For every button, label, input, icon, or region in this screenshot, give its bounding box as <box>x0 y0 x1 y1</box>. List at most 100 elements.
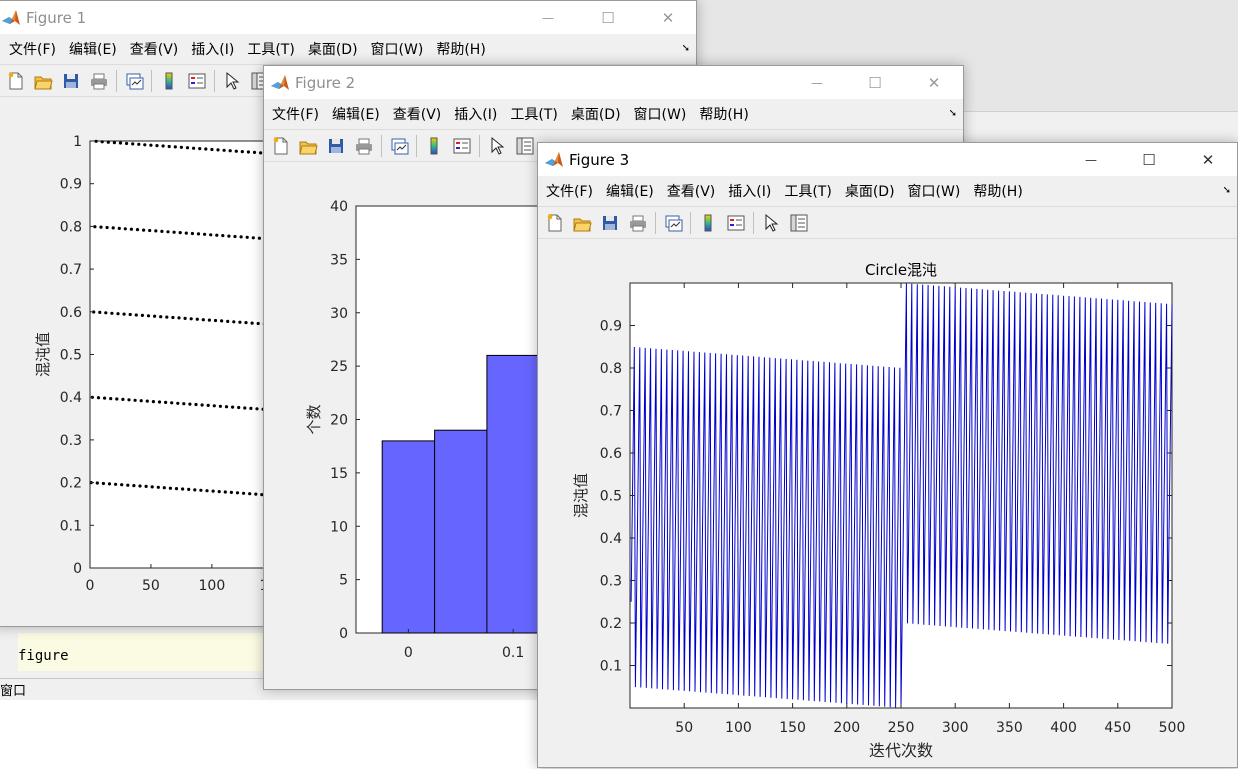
menu-file[interactable]: 文件(F) <box>268 104 328 124</box>
print-icon[interactable] <box>85 68 113 94</box>
pointer-icon[interactable] <box>218 68 246 94</box>
menu-view[interactable]: 查看(V) <box>663 181 725 201</box>
figure-1-titlebar[interactable]: Figure 1 — ☐ ✕ <box>0 1 696 34</box>
minimize-button[interactable]: — <box>519 1 577 34</box>
legend-icon[interactable] <box>722 210 750 236</box>
menu-help[interactable]: 帮助(H) <box>432 39 494 59</box>
menu-tools[interactable]: 工具(T) <box>780 181 840 201</box>
maximize-button[interactable]: ☐ <box>579 1 637 34</box>
close-button[interactable]: ✕ <box>1179 143 1237 176</box>
save-icon[interactable] <box>57 68 85 94</box>
scatter-point <box>249 406 253 410</box>
close-button[interactable]: ✕ <box>639 1 696 34</box>
figure-3-window[interactable]: Figure 3 — ☐ ✕ 文件(F) 编辑(E) 查看(V) 插入(I) 工… <box>537 142 1238 768</box>
menu-edit[interactable]: 编辑(E) <box>65 39 126 59</box>
menu-help[interactable]: 帮助(H) <box>695 104 757 124</box>
menu-file[interactable]: 文件(F) <box>5 39 65 59</box>
colorbar-icon[interactable] <box>694 210 722 236</box>
scatter-point <box>234 149 238 153</box>
scatter-point <box>226 319 230 323</box>
scatter-point <box>199 488 203 492</box>
scatter-point <box>99 225 103 229</box>
property-editor-icon[interactable] <box>785 210 813 236</box>
scatter-point <box>172 230 176 234</box>
minimize-button[interactable]: — <box>788 66 846 99</box>
colorbar-icon[interactable] <box>420 133 448 159</box>
scatter-point <box>183 316 187 320</box>
close-button[interactable]: ✕ <box>905 66 963 99</box>
y-tick-label: 0.9 <box>600 319 622 335</box>
scatter-point <box>123 227 127 231</box>
maximize-button[interactable]: ☐ <box>1120 143 1178 176</box>
link-plot-icon[interactable] <box>659 210 687 236</box>
pointer-icon[interactable] <box>483 133 511 159</box>
scatter-point <box>256 321 260 326</box>
menu-view[interactable]: 查看(V) <box>126 39 188 59</box>
menu-desktop[interactable]: 桌面(D) <box>304 39 367 59</box>
save-icon[interactable] <box>596 210 624 236</box>
command-text[interactable]: figure <box>18 648 69 664</box>
menu-desktop[interactable]: 桌面(D) <box>841 181 904 201</box>
menu-tools[interactable]: 工具(T) <box>506 104 566 124</box>
open-folder-icon[interactable] <box>568 210 596 236</box>
dock-arrow-icon[interactable]: ➘ <box>1223 185 1231 196</box>
y-tick-label: 0.1 <box>600 659 622 675</box>
menu-edit[interactable]: 编辑(E) <box>328 104 389 124</box>
menu-file[interactable]: 文件(F) <box>542 181 602 201</box>
menu-insert[interactable]: 插入(I) <box>724 181 780 201</box>
link-plot-icon[interactable] <box>120 68 148 94</box>
dock-arrow-icon[interactable]: ➘ <box>949 108 957 119</box>
menu-window[interactable]: 窗口(W) <box>367 39 433 59</box>
scatter-point <box>244 321 248 325</box>
dock-arrow-icon[interactable]: ➘ <box>682 43 690 54</box>
new-file-icon[interactable] <box>540 210 568 236</box>
scatter-point <box>196 232 201 236</box>
property-editor-icon[interactable] <box>511 133 539 159</box>
legend-icon[interactable] <box>448 133 476 159</box>
link-plot-icon[interactable] <box>385 133 413 159</box>
scatter-point <box>134 313 138 317</box>
histogram-bar <box>381 440 436 634</box>
menu-insert[interactable]: 插入(I) <box>450 104 506 124</box>
menu-window[interactable]: 窗口(W) <box>630 104 696 124</box>
menu-desktop[interactable]: 桌面(D) <box>567 104 630 124</box>
scatter-point <box>142 228 146 232</box>
legend-icon[interactable] <box>183 68 211 94</box>
figure-3-menubar: 文件(F) 编辑(E) 查看(V) 插入(I) 工具(T) 桌面(D) 窗口(W… <box>538 176 1237 206</box>
scatter-point <box>193 488 197 492</box>
figure-2-titlebar[interactable]: Figure 2 — ☐ ✕ <box>264 66 963 99</box>
x-tick-label: 300 <box>942 720 969 736</box>
y-tick-label: 25 <box>330 359 348 375</box>
scatter-point <box>106 140 110 144</box>
menu-window[interactable]: 窗口(W) <box>904 181 970 201</box>
menu-help[interactable]: 帮助(H) <box>969 181 1031 201</box>
colorbar-icon[interactable] <box>155 68 183 94</box>
open-folder-icon[interactable] <box>294 133 322 159</box>
scatter-point <box>222 148 226 152</box>
save-icon[interactable] <box>322 133 350 159</box>
scatter-point <box>146 314 151 318</box>
figure-3-titlebar[interactable]: Figure 3 — ☐ ✕ <box>538 143 1237 176</box>
menu-insert[interactable]: 插入(I) <box>187 39 243 59</box>
menu-tools[interactable]: 工具(T) <box>243 39 303 59</box>
open-folder-icon[interactable] <box>29 68 57 94</box>
scatter-point <box>137 142 141 146</box>
scatter-point <box>114 482 118 486</box>
maximize-button[interactable]: ☐ <box>846 66 904 99</box>
y-tick-label: 0.5 <box>60 348 82 364</box>
scatter-point <box>164 400 168 404</box>
minimize-button[interactable]: — <box>1062 143 1120 176</box>
new-file-icon[interactable] <box>1 68 29 94</box>
scatter-point <box>198 147 202 151</box>
pointer-icon[interactable] <box>757 210 785 236</box>
scatter-point <box>177 316 181 320</box>
toolbar-separator <box>753 211 754 234</box>
scatter-point <box>239 235 243 239</box>
scatter-point <box>170 401 174 405</box>
scatter-point <box>200 403 204 407</box>
menu-view[interactable]: 查看(V) <box>389 104 451 124</box>
menu-edit[interactable]: 编辑(E) <box>602 181 663 201</box>
new-file-icon[interactable] <box>266 133 294 159</box>
print-icon[interactable] <box>350 133 378 159</box>
print-icon[interactable] <box>624 210 652 236</box>
